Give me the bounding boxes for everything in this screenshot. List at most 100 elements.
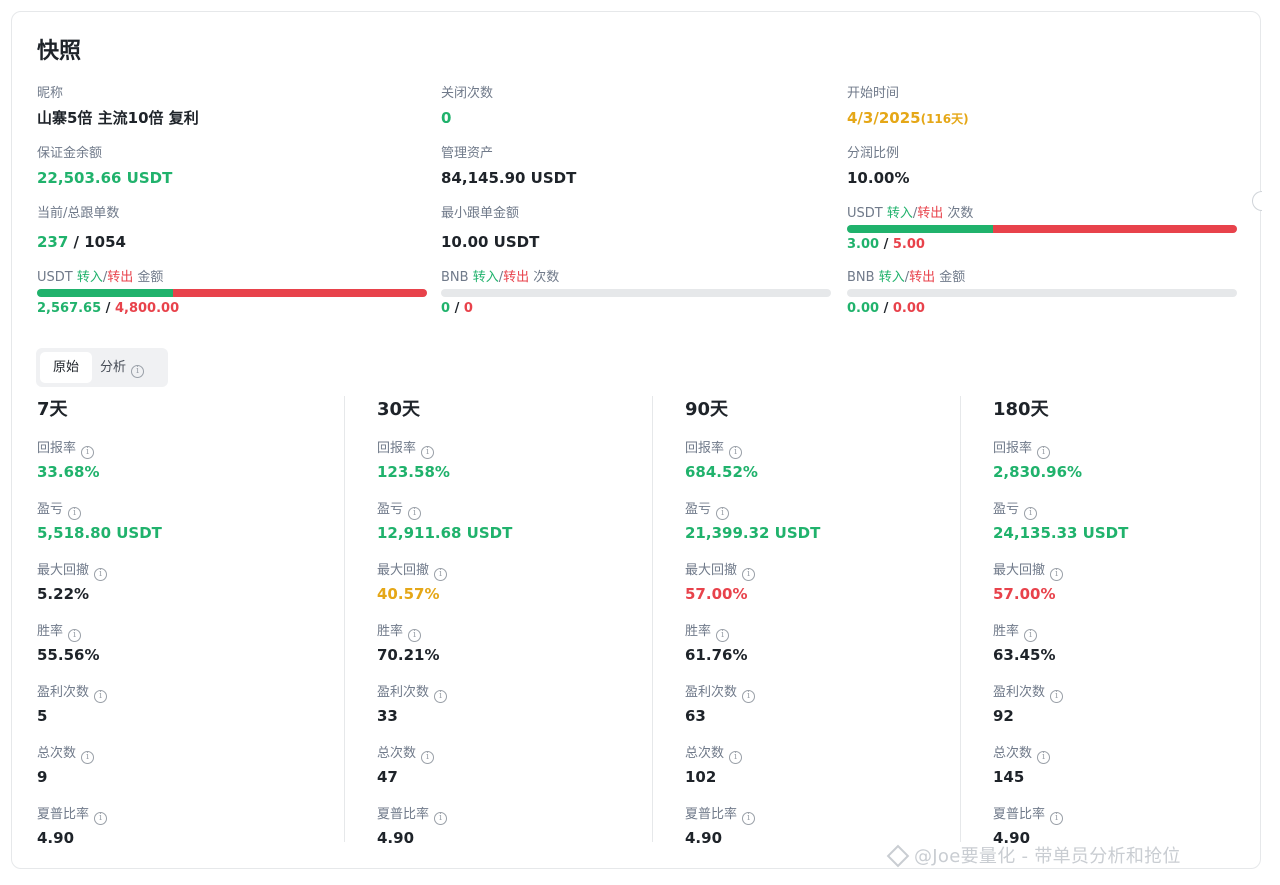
info-icon[interactable]: i: [421, 751, 435, 764]
metric-value: 9: [37, 768, 48, 786]
metric-win-rate: 胜率 i 61.76%: [685, 623, 820, 666]
aum-value: 84,145.90 USDT: [441, 169, 577, 187]
metric-pnl: 盈亏 i 5,518.80 USDT: [37, 501, 162, 544]
aum-label: 管理资产: [441, 146, 494, 161]
metric-value: 4.90: [37, 829, 75, 847]
info-icon[interactable]: i: [68, 507, 82, 520]
metric-label: 回报率 i: [993, 440, 1128, 459]
close-count-field: 关闭次数 0: [441, 85, 831, 129]
start-time-date: 4/3/2025: [847, 109, 921, 127]
metric-label: 总次数 i: [993, 745, 1128, 764]
info-icon[interactable]: i: [81, 751, 95, 764]
metric-label: 盈亏 i: [993, 501, 1128, 520]
info-icon[interactable]: i: [1037, 751, 1051, 764]
info-icon[interactable]: i: [421, 446, 435, 459]
metric-label-text: 最大回撤: [993, 563, 1046, 578]
bnb-amount-label: BNB 转入/转出 金额: [847, 270, 966, 285]
watermark: @Joe要量化 - 带单员分析和抢位: [886, 842, 1181, 868]
metric-value: 12,911.68 USDT: [377, 524, 513, 542]
info-icon[interactable]: i: [742, 812, 756, 825]
info-icon[interactable]: i: [94, 690, 108, 703]
metric-pnl: 盈亏 i 21,399.32 USDT: [685, 501, 820, 544]
info-icon[interactable]: i: [434, 568, 448, 581]
usdt-amount-bar: [37, 289, 427, 297]
info-icon[interactable]: i: [729, 751, 743, 764]
metric-pnl: 盈亏 i 12,911.68 USDT: [377, 501, 512, 544]
metric-label: 回报率 i: [377, 440, 512, 459]
metric-label-text: 盈亏: [993, 502, 1020, 517]
metric-label: 夏普比率 i: [377, 806, 512, 825]
collapse-handle[interactable]: [1252, 191, 1262, 211]
metric-value: 33: [377, 707, 398, 725]
metric-label: 总次数 i: [37, 745, 162, 764]
info-icon[interactable]: i: [94, 812, 108, 825]
info-icon[interactable]: i: [716, 629, 730, 642]
column-divider: [344, 396, 345, 842]
metric-value: 123.58%: [377, 463, 450, 481]
metric-value: 5: [37, 707, 48, 725]
info-icon[interactable]: i: [408, 507, 422, 520]
min-copy-label: 最小跟单金额: [441, 206, 520, 221]
min-copy-field: 最小跟单金额 10.00 USDT: [441, 205, 831, 253]
tab-analysis-label: 分析: [100, 360, 127, 375]
tab-raw[interactable]: 原始: [40, 352, 92, 383]
info-icon[interactable]: i: [81, 446, 95, 459]
metric-label: 盈亏 i: [37, 501, 162, 520]
period-column-90d: 90天 回报率 i 684.52% 盈亏 i 21,399.32 USDT 最大回撤 i 57.0…: [685, 398, 820, 849]
metric-label-text: 总次数: [685, 746, 725, 761]
metric-label-text: 盈利次数: [377, 685, 430, 700]
metric-sharpe: 夏普比率 i 4.90: [377, 806, 512, 849]
metric-label-text: 总次数: [377, 746, 417, 761]
metric-label: 最大回撤 i: [377, 562, 512, 581]
info-icon[interactable]: i: [1024, 629, 1038, 642]
usdt-amount-in-fill: [37, 289, 173, 297]
info-icon[interactable]: i: [131, 365, 145, 378]
info-icon[interactable]: i: [742, 690, 756, 703]
profit-share-field: 分润比例 10.00%: [847, 145, 1237, 189]
tab-analysis[interactable]: 分析 i: [100, 352, 164, 383]
watermark-text: @Joe要量化 - 带单员分析和抢位: [914, 846, 1181, 867]
metric-label-text: 盈利次数: [685, 685, 738, 700]
info-icon[interactable]: i: [742, 568, 756, 581]
metric-roi: 回报率 i 2,830.96%: [993, 440, 1128, 483]
view-tabs: 原始 分析 i: [36, 348, 168, 387]
info-icon[interactable]: i: [94, 568, 108, 581]
metric-roi: 回报率 i 123.58%: [377, 440, 512, 483]
info-icon[interactable]: i: [716, 507, 730, 520]
usdt-amount-label: USDT 转入/转出 金额: [37, 270, 164, 285]
info-icon[interactable]: i: [408, 629, 422, 642]
metric-label: 回报率 i: [685, 440, 820, 459]
start-time-label: 开始时间: [847, 86, 900, 101]
metric-pnl: 盈亏 i 24,135.33 USDT: [993, 501, 1128, 544]
metric-value: 63.45%: [993, 646, 1056, 664]
nickname-label: 昵称: [37, 86, 64, 101]
info-icon[interactable]: i: [434, 812, 448, 825]
info-icon[interactable]: i: [729, 446, 743, 459]
min-copy-value: 10.00 USDT: [441, 233, 540, 251]
metric-value: 5,518.80 USDT: [37, 524, 162, 542]
period-title: 180天: [993, 399, 1049, 420]
metric-mdd: 最大回撤 i 40.57%: [377, 562, 512, 605]
period-column-180d: 180天 回报率 i 2,830.96% 盈亏 i 24,135.33 USDT 最大回撤 i 5…: [993, 398, 1128, 849]
info-icon[interactable]: i: [1024, 507, 1038, 520]
metric-label: 夏普比率 i: [37, 806, 162, 825]
usdt-amount-field: USDT 转入/转出 金额 2,567.65 / 4,800.00: [37, 269, 427, 318]
metric-label-text: 回报率: [685, 441, 725, 456]
info-icon[interactable]: i: [1050, 812, 1064, 825]
metric-label-text: 总次数: [37, 746, 77, 761]
metric-total-count: 总次数 i 9: [37, 745, 162, 788]
metric-value: 55.56%: [37, 646, 100, 664]
info-icon[interactable]: i: [1050, 568, 1064, 581]
info-icon[interactable]: i: [1050, 690, 1064, 703]
metric-label-text: 胜率: [685, 624, 712, 639]
metric-value: 145: [993, 768, 1025, 786]
info-icon[interactable]: i: [1037, 446, 1051, 459]
metric-value: 70.21%: [377, 646, 440, 664]
metric-sharpe: 夏普比率 i 4.90: [37, 806, 162, 849]
metric-label: 最大回撤 i: [685, 562, 820, 581]
aum-field: 管理资产 84,145.90 USDT: [441, 145, 831, 189]
info-icon[interactable]: i: [68, 629, 82, 642]
usdt-count-value: 3.00 / 5.00: [847, 237, 925, 252]
metric-win-rate: 胜率 i 63.45%: [993, 623, 1128, 666]
info-icon[interactable]: i: [434, 690, 448, 703]
